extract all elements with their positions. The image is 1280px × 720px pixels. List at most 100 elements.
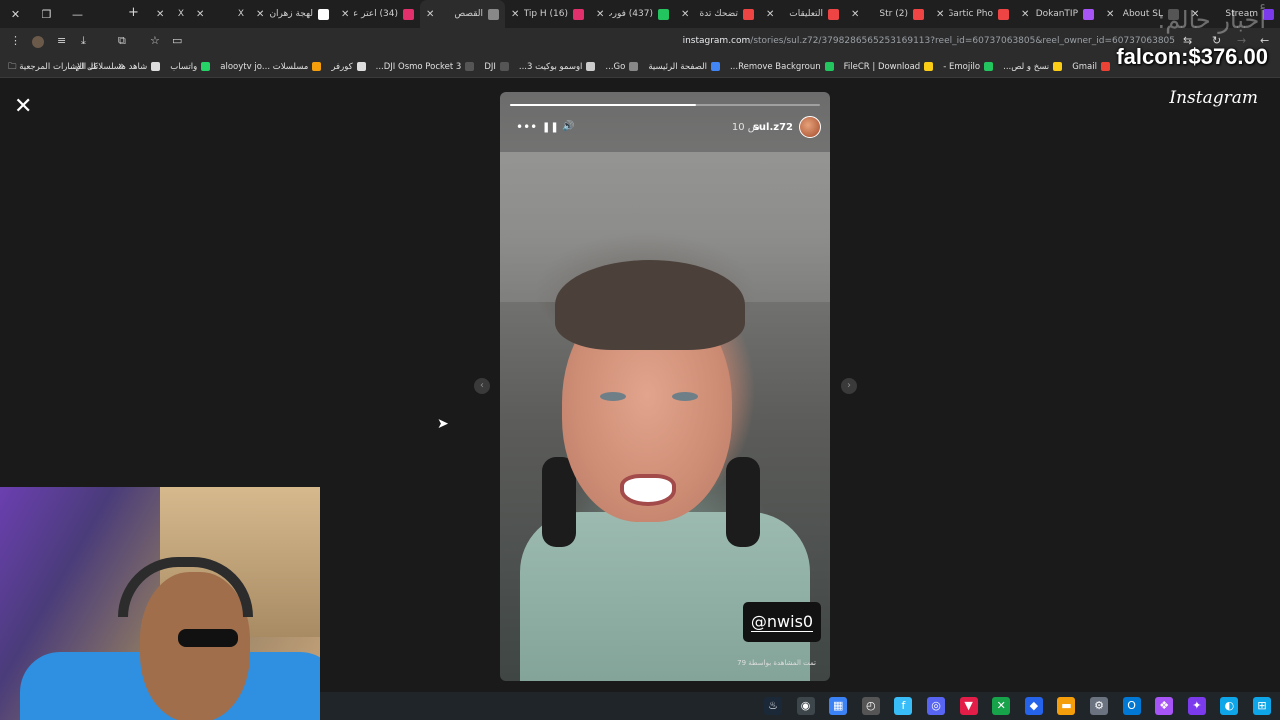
edge-taskbar-icon[interactable]: ◐: [1220, 697, 1239, 715]
url-domain: instagram.com: [682, 36, 751, 46]
tab-favicon-icon: [998, 8, 1009, 20]
bookmark-favicon-icon: [151, 62, 161, 71]
clock-taskbar-icon[interactable]: ◴: [861, 697, 880, 715]
tab-item[interactable]: X ✕: [150, 0, 190, 28]
volume-icon[interactable]: 🔊: [562, 121, 574, 132]
instagram-logo[interactable]: Instagram: [1169, 88, 1258, 108]
bookmark-label: كورفر: [331, 61, 353, 72]
bookmark-star-icon[interactable]: ☆: [150, 34, 160, 47]
story-person-hair: [555, 260, 745, 350]
folder-taskbar-icon[interactable]: ▬: [1057, 697, 1076, 715]
bookmark-item[interactable]: الصفحة الرئيسية: [648, 62, 720, 72]
menu-icon[interactable]: ⋮: [10, 34, 21, 47]
tab-close-icon[interactable]: ✕: [766, 9, 774, 20]
bookmark-item[interactable]: كورفر: [331, 61, 366, 72]
new-tab-icon[interactable]: +: [128, 5, 139, 20]
close-story-icon[interactable]: ✕: [14, 94, 32, 119]
bookmark-favicon-icon: [710, 62, 720, 71]
bookmark-label: FileCR | Download: [843, 61, 921, 72]
playlist-icon[interactable]: ≡: [57, 34, 66, 47]
files-taskbar-icon[interactable]: f: [894, 697, 913, 715]
previous-story-icon[interactable]: ‹: [474, 378, 490, 394]
store-taskbar-icon[interactable]: ▦: [829, 697, 848, 715]
tab-close-icon[interactable]: ✕: [596, 9, 604, 20]
bookmark-item[interactable]: DJI: [484, 62, 509, 72]
tab-title: تضحك تدة: [699, 9, 738, 19]
seen-by-count[interactable]: تمت المشاهدة بواسطة 79: [737, 659, 816, 667]
profile-avatar-icon[interactable]: [32, 36, 44, 48]
tab-favicon-icon: [488, 8, 499, 20]
tab-close-icon[interactable]: ✕: [511, 9, 519, 20]
tab-item[interactable]: DokanTIP ✕: [1015, 0, 1100, 28]
minimize-window-icon[interactable]: —: [62, 8, 93, 21]
tab-item[interactable]: التعليقات ✕: [760, 0, 845, 28]
more-options-icon[interactable]: •••: [516, 120, 537, 134]
tab-item[interactable]: X ✕: [190, 0, 250, 28]
bookmark-item[interactable]: واتساب: [170, 61, 211, 72]
bookmark-item[interactable]: Remove Backgroun...: [730, 62, 834, 72]
outlook-taskbar-icon[interactable]: O: [1122, 697, 1141, 715]
tab-close-icon[interactable]: ✕: [156, 9, 164, 20]
bookmark-label: واتساب: [170, 61, 198, 72]
story-avatar[interactable]: [799, 116, 821, 138]
bookmark-favicon-icon: [924, 62, 934, 71]
extensions-icon[interactable]: ⧉: [118, 34, 126, 48]
tab-close-icon[interactable]: ✕: [936, 9, 944, 20]
tab-close-icon[interactable]: ✕: [426, 9, 434, 20]
bookmark-item[interactable]: Emojilo -: [943, 62, 994, 72]
discord-taskbar-icon[interactable]: ◎: [927, 697, 945, 715]
bookmark-item[interactable]: Go...: [605, 62, 639, 72]
bookmarks-overflow-icon[interactable]: »: [118, 59, 125, 72]
tab-close-icon[interactable]: ✕: [256, 9, 264, 20]
tab-item[interactable]: Gartic Pho ✕: [930, 0, 1015, 28]
tab-close-icon[interactable]: ✕: [681, 9, 689, 20]
tab-favicon-icon: [573, 8, 584, 20]
bookmark-item[interactable]: FileCR | Download: [844, 62, 934, 72]
pause-icon[interactable]: ❚❚: [542, 122, 559, 133]
tab-item[interactable]: (34) اعتر عا ✕: [335, 0, 420, 28]
mention-sticker[interactable]: @nwis0: [743, 602, 821, 642]
bookmark-item[interactable]: نسخ و لص...: [1003, 62, 1063, 72]
bookmark-item[interactable]: مسلسلات ...alooytv jo: [220, 62, 322, 72]
tab-title: Gartic Pho: [949, 9, 993, 19]
tab-item[interactable]: (437) فورت ✕: [590, 0, 675, 28]
webcam-overlay: [0, 487, 320, 720]
tab-item-active[interactable]: القصص ✕: [420, 0, 505, 28]
next-story-icon[interactable]: ›: [841, 378, 857, 394]
tab-close-icon[interactable]: ✕: [1021, 9, 1029, 20]
bookmark-item[interactable]: DJI Osmo Pocket 3...: [376, 62, 475, 72]
windows-taskbar-icon[interactable]: ⊞: [1253, 697, 1271, 715]
xbox-taskbar-icon[interactable]: ✕: [992, 697, 1011, 715]
steam-taskbar-icon[interactable]: ♨: [764, 697, 782, 715]
bookmark-item[interactable]: Gmail: [1072, 62, 1110, 72]
story-username[interactable]: sul.z72: [753, 122, 793, 133]
tab-close-icon[interactable]: ✕: [196, 9, 204, 20]
story-eye: [672, 392, 698, 401]
bookmark-favicon-icon: [312, 62, 322, 71]
tab-item[interactable]: لهجة زهران ✕: [250, 0, 335, 28]
tab-item[interactable]: تضحك تدة ✕: [675, 0, 760, 28]
bookmark-favicon-icon: [201, 62, 211, 71]
download-icon[interactable]: ⤓: [81, 34, 86, 48]
app-multi-taskbar-icon[interactable]: ❖: [1155, 697, 1174, 715]
settings-taskbar-icon[interactable]: ⚙: [1090, 697, 1108, 715]
all-bookmarks-folder[interactable]: 🗀 كل الإشارات المرجعية: [8, 61, 98, 75]
address-bar[interactable]: instagram.com/stories/sul.z72/3798286565…: [370, 36, 1175, 46]
tab-close-icon[interactable]: ✕: [851, 9, 859, 20]
window-controls: ✕ ❐ —: [0, 0, 93, 28]
close-window-icon[interactable]: ✕: [0, 8, 31, 21]
story-frame[interactable]: ••• ❚❚ 🔊 10 س sul.z72 @nwis0 تمت المشاهد…: [500, 92, 830, 681]
bookmark-item[interactable]: اوسمو بوكيت 3...: [519, 62, 596, 72]
copilot-taskbar-icon[interactable]: ✦: [1187, 697, 1206, 715]
tab-item[interactable]: (2) Str ✕: [845, 0, 930, 28]
app-blue-taskbar-icon[interactable]: ◆: [1024, 697, 1043, 715]
tab-close-icon[interactable]: ✕: [1106, 9, 1114, 20]
tab-item[interactable]: (16) Tip H ✕: [505, 0, 590, 28]
app-red-taskbar-icon[interactable]: ▼: [959, 697, 978, 715]
restore-window-icon[interactable]: ❐: [31, 8, 62, 21]
mouse-cursor-icon: ➤: [437, 416, 449, 432]
cast-icon[interactable]: ▭: [172, 34, 182, 47]
chrome-taskbar-icon[interactable]: ◉: [796, 697, 815, 715]
tab-close-icon[interactable]: ✕: [341, 9, 349, 20]
bookmark-favicon-icon: [356, 62, 366, 71]
